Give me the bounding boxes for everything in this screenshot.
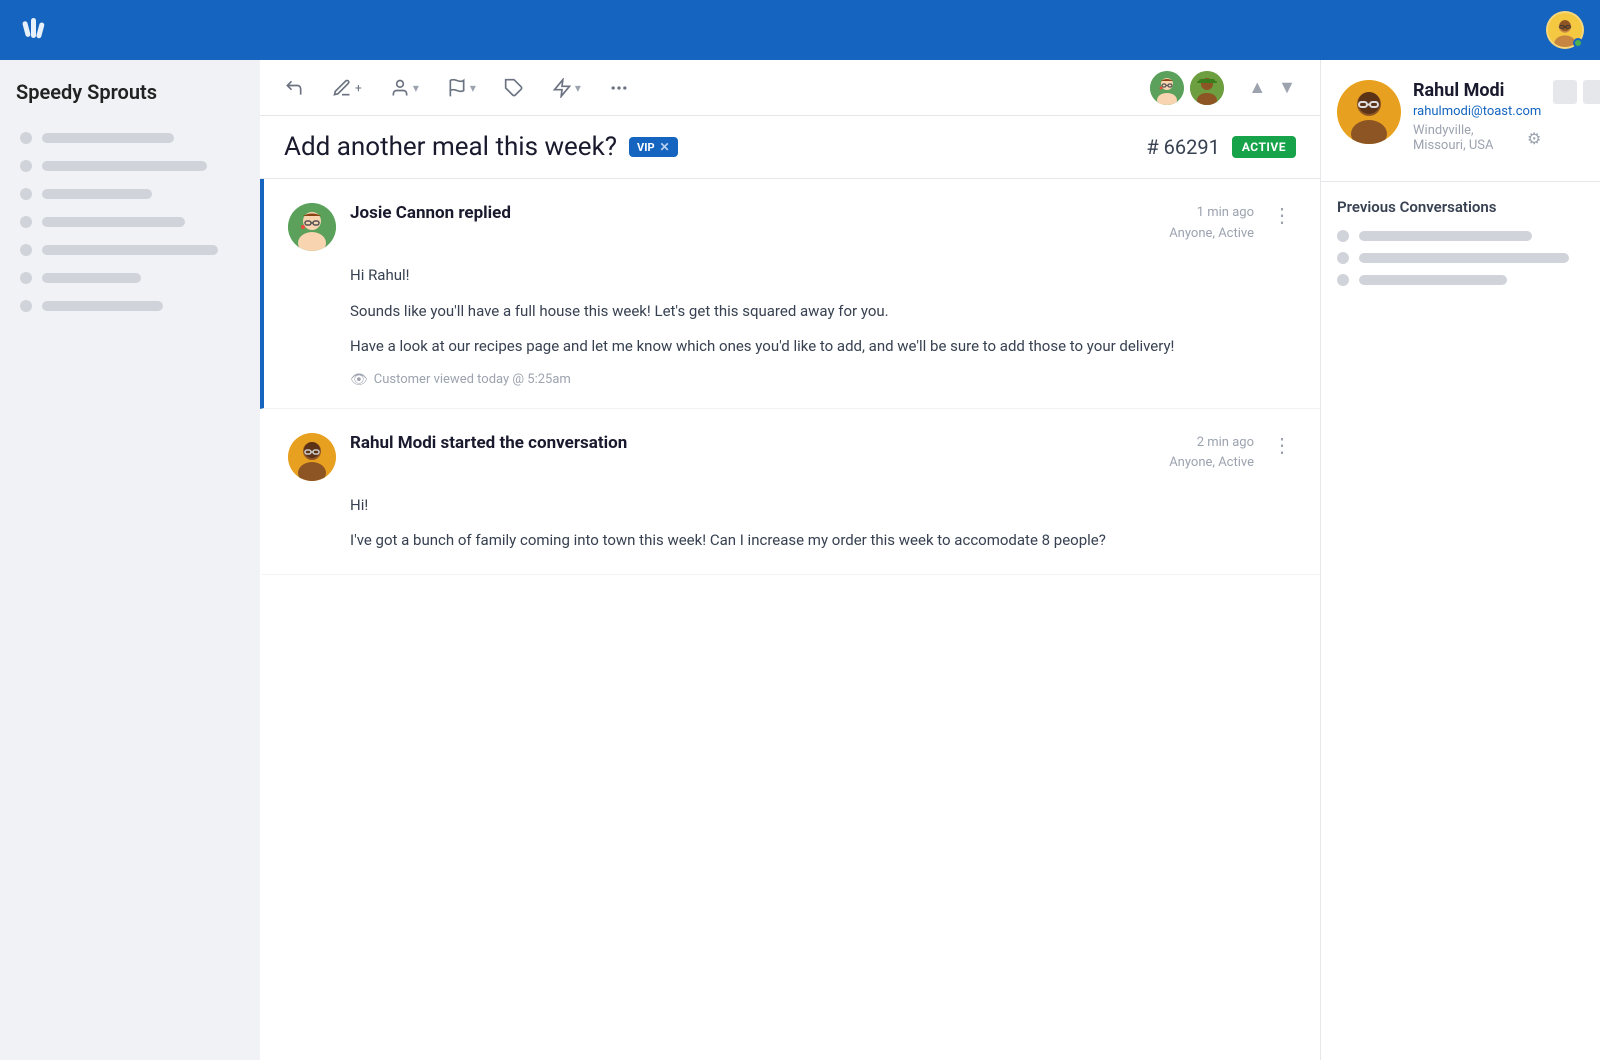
prev-conv-dot bbox=[1337, 252, 1349, 264]
contact-action-buttons bbox=[1553, 80, 1600, 104]
contact-avatar-large bbox=[1337, 80, 1401, 144]
sidebar-dot bbox=[20, 188, 32, 200]
prev-conv-line bbox=[1359, 253, 1569, 263]
message-block-josie: Josie Cannon replied 1 min ago Anyone, A… bbox=[260, 179, 1320, 409]
top-nav bbox=[0, 0, 1600, 60]
eye-icon: 👁 bbox=[350, 372, 368, 388]
rahul-time: 2 min ago Anyone, Active bbox=[1169, 433, 1254, 475]
edit-button[interactable]: + bbox=[328, 74, 366, 102]
sidebar-line bbox=[42, 301, 163, 311]
reply-button[interactable] bbox=[280, 74, 308, 102]
sidebar-title: Speedy Sprouts bbox=[16, 80, 244, 104]
assignee-avatars bbox=[1150, 71, 1224, 105]
sidebar-line bbox=[42, 217, 185, 227]
previous-conversations-title: Previous Conversations bbox=[1337, 198, 1584, 216]
conversation-area: + ▾ ▾ ▾ bbox=[260, 60, 1320, 1060]
message-block-rahul: Rahul Modi started the conversation 2 mi… bbox=[260, 409, 1320, 575]
next-conversation-button[interactable]: ▼ bbox=[1274, 75, 1300, 100]
contact-card-header: Rahul Modi rahulmodi@toast.com Windyvill… bbox=[1337, 80, 1584, 153]
previous-conversation-items bbox=[1337, 230, 1584, 286]
josie-avatar bbox=[288, 203, 336, 251]
messages-area: Josie Cannon replied 1 min ago Anyone, A… bbox=[260, 179, 1320, 1060]
josie-sender: Josie Cannon replied bbox=[350, 203, 1155, 223]
contact-name: Rahul Modi bbox=[1413, 80, 1541, 101]
sidebar-dot bbox=[20, 272, 32, 284]
main-layout: Speedy Sprouts + bbox=[0, 60, 1600, 1060]
flag-button[interactable]: ▾ bbox=[443, 74, 480, 102]
rahul-avatar bbox=[288, 433, 336, 481]
prev-conv-item[interactable] bbox=[1337, 230, 1584, 242]
prev-conv-line bbox=[1359, 231, 1532, 241]
more-button[interactable] bbox=[605, 74, 633, 102]
conversation-nav: ▲ ▼ bbox=[1244, 75, 1300, 100]
sidebar: Speedy Sprouts bbox=[0, 60, 260, 1060]
label-button[interactable] bbox=[500, 74, 528, 102]
previous-conversations: Previous Conversations bbox=[1321, 182, 1600, 312]
prev-conv-dot bbox=[1337, 230, 1349, 242]
contact-action-2[interactable] bbox=[1583, 80, 1600, 104]
conversation-title: Add another meal this week? bbox=[284, 132, 617, 162]
sidebar-line bbox=[42, 273, 141, 283]
rahul-message-body: Hi! I've got a bunch of family coming in… bbox=[350, 493, 1296, 554]
vip-remove-button[interactable]: ✕ bbox=[660, 140, 670, 154]
sidebar-dot bbox=[20, 216, 32, 228]
contact-email[interactable]: rahulmodi@toast.com bbox=[1413, 104, 1541, 119]
sidebar-items bbox=[16, 124, 244, 320]
prev-conv-item[interactable] bbox=[1337, 274, 1584, 286]
sidebar-dot bbox=[20, 132, 32, 144]
sidebar-item bbox=[16, 180, 244, 208]
action-button[interactable]: ▾ bbox=[548, 74, 585, 102]
assign-button[interactable]: ▾ bbox=[386, 74, 423, 102]
contact-card: Rahul Modi rahulmodi@toast.com Windyvill… bbox=[1321, 60, 1600, 182]
sidebar-item bbox=[16, 124, 244, 152]
status-badge: ACTIVE bbox=[1232, 136, 1296, 158]
viewed-status: 👁 Customer viewed today @ 5:25am bbox=[350, 372, 1296, 388]
sidebar-dot bbox=[20, 160, 32, 172]
right-panel: Rahul Modi rahulmodi@toast.com Windyvill… bbox=[1320, 60, 1600, 1060]
app-logo bbox=[16, 12, 52, 48]
online-status-dot bbox=[1573, 38, 1583, 48]
josie-meta: Josie Cannon replied bbox=[350, 203, 1155, 223]
prev-conversation-button[interactable]: ▲ bbox=[1244, 75, 1270, 100]
conversation-header: Add another meal this week? VIP ✕ # 6629… bbox=[260, 116, 1320, 179]
prev-conv-dot bbox=[1337, 274, 1349, 286]
vip-badge: VIP ✕ bbox=[629, 137, 678, 157]
sidebar-item bbox=[16, 208, 244, 236]
contact-action-1[interactable] bbox=[1553, 80, 1577, 104]
assignee-avatar-josie[interactable] bbox=[1150, 71, 1184, 105]
rahul-sender: Rahul Modi started the conversation bbox=[350, 433, 1155, 453]
sidebar-line bbox=[42, 189, 152, 199]
sidebar-dot bbox=[20, 244, 32, 256]
user-avatar-container[interactable] bbox=[1546, 11, 1584, 49]
assignee-avatar-other[interactable] bbox=[1190, 71, 1224, 105]
sidebar-line bbox=[42, 133, 174, 143]
contact-location: Windyville, Missouri, USA ⚙ bbox=[1413, 123, 1541, 153]
toolbar: + ▾ ▾ ▾ bbox=[260, 60, 1320, 116]
contact-settings-icon[interactable]: ⚙ bbox=[1527, 129, 1541, 148]
rahul-more-button[interactable]: ⋮ bbox=[1268, 433, 1296, 457]
rahul-meta: Rahul Modi started the conversation bbox=[350, 433, 1155, 453]
sidebar-item bbox=[16, 264, 244, 292]
sidebar-line bbox=[42, 245, 218, 255]
josie-message-body: Hi Rahul! Sounds like you'll have a full… bbox=[350, 263, 1296, 360]
josie-more-button[interactable]: ⋮ bbox=[1268, 203, 1296, 227]
contact-info: Rahul Modi rahulmodi@toast.com Windyvill… bbox=[1413, 80, 1541, 153]
rahul-header: Rahul Modi started the conversation 2 mi… bbox=[288, 433, 1296, 481]
prev-conv-line bbox=[1359, 275, 1507, 285]
sidebar-item bbox=[16, 152, 244, 180]
message-header: Josie Cannon replied 1 min ago Anyone, A… bbox=[288, 203, 1296, 251]
josie-time: 1 min ago Anyone, Active bbox=[1169, 203, 1254, 245]
conversation-id: # 66291 bbox=[1146, 135, 1219, 159]
sidebar-item bbox=[16, 292, 244, 320]
sidebar-dot bbox=[20, 300, 32, 312]
prev-conv-item[interactable] bbox=[1337, 252, 1584, 264]
sidebar-line bbox=[42, 161, 207, 171]
sidebar-item bbox=[16, 236, 244, 264]
